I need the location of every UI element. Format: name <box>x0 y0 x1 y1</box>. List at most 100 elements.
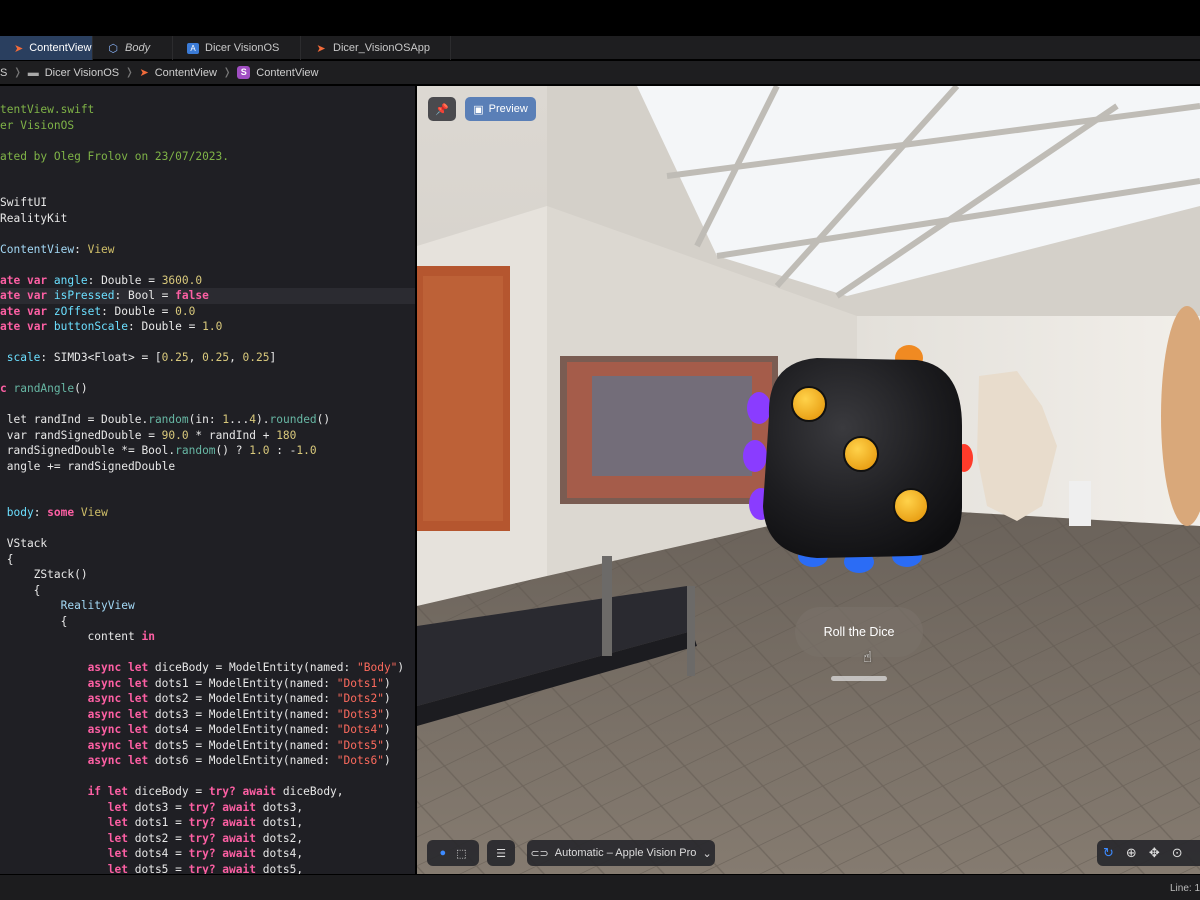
select-mode-icon[interactable]: ⬚ <box>456 847 466 860</box>
variants-button[interactable]: ☰ <box>487 840 515 866</box>
device-label: Automatic – Apple Vision Pro <box>554 847 697 859</box>
code-line[interactable]: content in <box>0 629 415 645</box>
code-line[interactable] <box>0 397 415 413</box>
code-token: try? await <box>188 800 263 814</box>
code-line[interactable]: async let dots6 = ModelEntity(named: "Do… <box>0 753 415 769</box>
pin-button[interactable]: 📌 <box>428 97 456 121</box>
code-line[interactable]: RealityView <box>0 598 415 614</box>
orbit-icon[interactable]: ↻ <box>1103 845 1114 861</box>
folder-icon: ▬ <box>27 66 39 79</box>
code-line[interactable]: ZStack() <box>0 567 415 583</box>
code-line[interactable] <box>0 180 415 196</box>
code-line[interactable]: { <box>0 614 415 630</box>
code-token: 3600.0 <box>161 273 203 287</box>
code-line[interactable] <box>0 133 415 149</box>
code-line[interactable]: { <box>0 552 415 568</box>
breadcrumb-item-symbol[interactable]: ContentView <box>256 67 318 79</box>
code-line[interactable]: let randInd = Double.random(in: 1...4).r… <box>0 412 415 428</box>
code-token: "Dots6" <box>336 754 384 767</box>
code-line[interactable]: scale: SIMD3<Float> = [0.25, 0.25, 0.25] <box>0 350 415 366</box>
code-line[interactable]: ate var angle: Double = 3600.0 <box>0 273 415 289</box>
tab-dicer-visionosapp[interactable]: ➤ Dicer_VisionOSApp <box>301 36 451 60</box>
preview-button[interactable]: ▣ Preview <box>465 97 536 121</box>
code-token: dots6 = ModelEntity(named: <box>154 754 337 767</box>
code-line[interactable]: async let dots5 = ModelEntity(named: "Do… <box>0 738 415 754</box>
tab-dicer-visionos[interactable]: A Dicer VisionOS <box>173 36 301 60</box>
code-line[interactable]: ate var isPressed: Bool = false <box>0 288 415 304</box>
tab-label: Body <box>125 42 151 54</box>
window-grabber-bar[interactable] <box>831 676 887 681</box>
code-line[interactable]: randSignedDouble *= Bool.random() ? 1.0 … <box>0 443 415 459</box>
code-line[interactable]: let dots3 = try? await dots3, <box>0 800 415 816</box>
code-line[interactable]: var randSignedDouble = 90.0 * randInd + … <box>0 428 415 444</box>
preview-canvas[interactable]: 📌 ▣ Preview Roll the Dice ☝ ● ⬚ ☰ ⊂⊃ Aut… <box>417 86 1200 874</box>
code-token: let <box>107 800 135 814</box>
code-line[interactable]: { <box>0 583 415 599</box>
code-line[interactable]: angle += randSignedDouble <box>0 459 415 475</box>
code-token: ... <box>229 413 250 426</box>
move-icon[interactable]: ✥ <box>1149 845 1160 861</box>
chevron-right-icon: ❭ <box>13 67 22 78</box>
code-token: isPressed <box>53 289 115 302</box>
code-line[interactable]: er VisionOS <box>0 118 415 134</box>
code-line[interactable]: c randAngle() <box>0 381 415 397</box>
code-token: buttonScale <box>53 320 128 333</box>
code-line[interactable] <box>0 257 415 273</box>
code-line[interactable] <box>0 645 415 661</box>
code-line[interactable] <box>0 164 415 180</box>
code-line[interactable]: ContentView: View <box>0 242 415 258</box>
code-line[interactable] <box>0 474 415 490</box>
gallery-scene-image <box>417 86 1200 874</box>
live-select-mode-group: ● ⬚ <box>427 840 479 866</box>
breadcrumb-item-file[interactable]: ContentView <box>155 67 217 79</box>
tab-label: Dicer VisionOS <box>205 42 280 54</box>
code-line[interactable]: SwiftUI <box>0 195 415 211</box>
code-token: try? await <box>188 816 263 829</box>
code-line[interactable]: ate var buttonScale: Double = 1.0 <box>0 319 415 335</box>
breadcrumb-item-folder[interactable]: Dicer VisionOS <box>45 67 119 79</box>
code-token: , <box>188 351 203 364</box>
breadcrumb-item-root[interactable]: S <box>0 67 7 79</box>
roll-the-dice-button[interactable]: Roll the Dice <box>795 607 923 657</box>
code-line[interactable]: RealityKit <box>0 211 415 227</box>
code-text-area[interactable]: tentView.swift er VisionOS ated by Oleg Fr… <box>0 102 415 875</box>
code-line[interactable] <box>0 335 415 351</box>
code-line[interactable]: body: some View <box>0 505 415 521</box>
code-token: { <box>0 614 68 628</box>
code-line[interactable]: VStack <box>0 536 415 552</box>
code-line[interactable] <box>0 521 415 537</box>
tab-contentview[interactable]: ➤ ContentView <box>0 36 93 60</box>
code-line[interactable]: async let dots4 = ModelEntity(named: "Do… <box>0 722 415 738</box>
code-line[interactable]: let dots1 = try? await dots1, <box>0 815 415 831</box>
code-line[interactable] <box>0 490 415 506</box>
code-token: ate <box>0 320 27 333</box>
code-line[interactable]: async let dots1 = ModelEntity(named: "Do… <box>0 676 415 692</box>
tab-body[interactable]: ⬡ Body <box>93 36 173 60</box>
code-line[interactable]: tentView.swift <box>0 102 415 118</box>
code-token: ate <box>0 289 27 302</box>
code-token: RealityKit <box>0 211 68 225</box>
live-mode-icon[interactable]: ● <box>439 847 446 859</box>
zoom-icon[interactable]: ⊙ <box>1172 845 1183 861</box>
code-line[interactable]: let dots5 = try? await dots5, <box>0 862 415 875</box>
code-line[interactable] <box>0 366 415 382</box>
code-line[interactable] <box>0 769 415 785</box>
code-line[interactable]: let dots4 = try? await dots4, <box>0 846 415 862</box>
code-line[interactable]: ated by Oleg Frolov on 23/07/2023. <box>0 149 415 165</box>
code-line[interactable]: ate var zOffset: Double = 0.0 <box>0 304 415 320</box>
code-line[interactable]: if let diceBody = try? await diceBody, <box>0 784 415 800</box>
pan-icon[interactable]: ⊕ <box>1126 845 1137 861</box>
code-line[interactable]: async let dots2 = ModelEntity(named: "Do… <box>0 691 415 707</box>
tab-label: Dicer_VisionOSApp <box>333 42 431 54</box>
code-line[interactable]: async let diceBody = ModelEntity(named: … <box>0 660 415 676</box>
code-token: var <box>26 304 54 318</box>
code-line[interactable]: let dots2 = try? await dots2, <box>0 831 415 847</box>
device-selector[interactable]: ⊂⊃ Automatic – Apple Vision Pro ⌄ <box>527 840 715 866</box>
code-line[interactable] <box>0 226 415 242</box>
code-line[interactable]: async let dots3 = ModelEntity(named: "Do… <box>0 707 415 723</box>
code-editor[interactable]: tentView.swift er VisionOS ated by Oleg Fr… <box>0 86 416 874</box>
code-token: async let <box>87 723 155 736</box>
